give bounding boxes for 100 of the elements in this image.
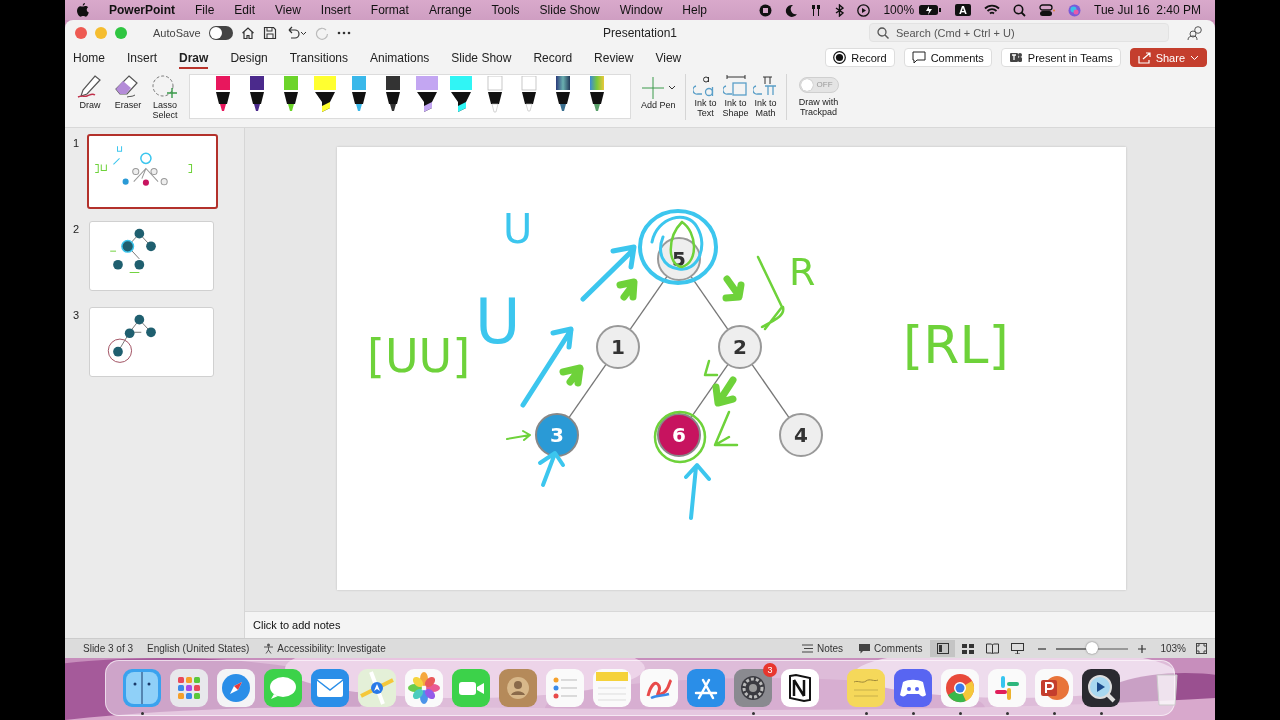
menu-item[interactable]: Insert (310, 3, 361, 17)
presentation-icon (1011, 643, 1025, 654)
record-button[interactable]: Record (825, 48, 895, 67)
handwritten-note: R (789, 250, 816, 294)
present-button[interactable]: Present in Teams (1000, 48, 1121, 67)
hashtag-icon[interactable] (987, 668, 1027, 708)
menu-item[interactable]: Window (609, 3, 673, 17)
notes-placeholder[interactable]: Click to add notes (253, 619, 341, 631)
menu-item[interactable]: Tools (481, 3, 530, 17)
tree-node: 3 (535, 413, 579, 457)
ribbon-tab[interactable]: Transitions (289, 46, 348, 69)
battery-icon[interactable] (918, 4, 943, 16)
comment-icon (911, 51, 926, 64)
ribbon-tab[interactable]: Record (533, 46, 573, 69)
search-icon[interactable] (1013, 3, 1027, 17)
presentation-app-icon[interactable] (1034, 668, 1074, 708)
play-icon[interactable] (857, 3, 871, 17)
map-icon[interactable] (357, 668, 397, 708)
ink-to-text-button[interactable]: Ink to Text (690, 74, 721, 118)
ink-arrow (538, 451, 565, 487)
comments-button[interactable]: Comments (903, 48, 992, 67)
ribbon-tab[interactable]: Design (230, 46, 268, 69)
handwritten-note: U (503, 206, 533, 252)
ribbon-tab[interactable]: View (655, 46, 682, 69)
app-menu[interactable]: PowerPoint (99, 3, 185, 17)
menu-item[interactable]: Format (360, 3, 419, 17)
gear-icon[interactable] (733, 668, 773, 708)
accessibility-icon (263, 643, 275, 654)
ink-arrow (506, 430, 531, 441)
bluetooth-icon[interactable] (835, 3, 845, 17)
menu-item[interactable]: File (185, 3, 225, 17)
envelope-icon[interactable] (310, 668, 350, 708)
stop-icon[interactable] (759, 3, 773, 17)
compass-icon[interactable] (216, 668, 256, 708)
search-field[interactable]: Search (Cmd + Ctrl + U) (869, 23, 1169, 42)
add-pen-button[interactable]: Add Pen (637, 74, 680, 110)
redo-icon (314, 25, 329, 40)
browser-icon[interactable] (940, 668, 980, 708)
plus-icon[interactable] (1138, 644, 1147, 653)
ink-stroke (713, 410, 739, 447)
view-button[interactable] (930, 640, 956, 657)
draw-tool-button[interactable]: Draw (71, 74, 109, 110)
ribbon-tab[interactable]: Review (594, 46, 634, 69)
fit-to-window-icon[interactable] (1196, 643, 1207, 654)
ink-arrow (722, 275, 745, 302)
eraser-tool-button[interactable]: Eraser (109, 74, 147, 110)
menu-item[interactable]: Edit (224, 3, 266, 17)
checklist-icon[interactable] (545, 668, 585, 708)
menu-item[interactable]: View (265, 3, 311, 17)
ink-arrow (684, 463, 711, 520)
tree-edge (629, 275, 668, 331)
control-center-icon[interactable] (1039, 3, 1056, 17)
menu-item[interactable]: Help (672, 3, 717, 17)
game-controller-icon[interactable] (893, 668, 933, 708)
ribbon-tab[interactable]: Slide Show (451, 46, 512, 69)
moon-icon[interactable] (785, 3, 798, 17)
scribble-icon[interactable] (639, 668, 679, 708)
ink-to-shape-button[interactable]: Ink to Shape (720, 74, 751, 118)
ribbon-tab[interactable]: Animations (370, 46, 430, 69)
language-status[interactable]: English (United States) (147, 643, 250, 654)
slide-thumbnail[interactable] (87, 134, 218, 209)
tree-node: 1 (596, 325, 640, 369)
record-icon (833, 51, 847, 64)
accessibility-status[interactable]: Accessibility: Investigate (263, 643, 386, 654)
running-indicator (865, 712, 868, 715)
tree-edge (568, 363, 607, 419)
ribbon-tab[interactable]: Draw (179, 46, 209, 69)
home-icon[interactable] (240, 25, 255, 40)
notes-button[interactable]: Notes (793, 643, 852, 654)
tree-node: 6 (657, 413, 701, 457)
launchpad-icon[interactable] (169, 668, 209, 708)
running-indicator (959, 712, 962, 715)
lasso-tool-button[interactable]: Lasso Select (147, 74, 183, 120)
flower-icon[interactable] (404, 668, 444, 708)
ribbon-tab[interactable]: Insert (127, 46, 158, 69)
play-magnifier-icon[interactable] (1081, 668, 1121, 708)
input-source-indicator[interactable]: A (955, 4, 972, 16)
teams-icon (1008, 51, 1023, 64)
menu-item[interactable]: Arrange (418, 3, 482, 17)
tree-edge (690, 275, 729, 331)
save-icon[interactable] (262, 25, 277, 40)
comments-button[interactable]: Comments (851, 643, 931, 654)
letter-n-icon[interactable] (780, 668, 820, 708)
running-indicator (141, 712, 144, 715)
apple-logo-icon[interactable] (77, 3, 89, 17)
menu-item[interactable]: Slide Show (529, 3, 610, 17)
app-store-icon[interactable] (686, 668, 726, 708)
contact-card-icon[interactable] (498, 668, 538, 708)
ribbon-tab[interactable]: Home (73, 46, 105, 69)
share-button[interactable]: Share (1129, 48, 1207, 67)
wifi-icon[interactable] (984, 4, 1001, 16)
search-icon (877, 27, 889, 39)
close-button[interactable] (75, 26, 87, 39)
autosave-toggle[interactable] (208, 25, 233, 40)
earbuds-icon[interactable] (810, 3, 823, 17)
ink-to-math-button[interactable]: Ink to Math (750, 74, 781, 118)
people-icon[interactable] (1187, 24, 1205, 41)
running-indicator (1053, 712, 1056, 715)
slide-number: 3 (71, 308, 81, 321)
slide-number: 2 (71, 222, 81, 235)
